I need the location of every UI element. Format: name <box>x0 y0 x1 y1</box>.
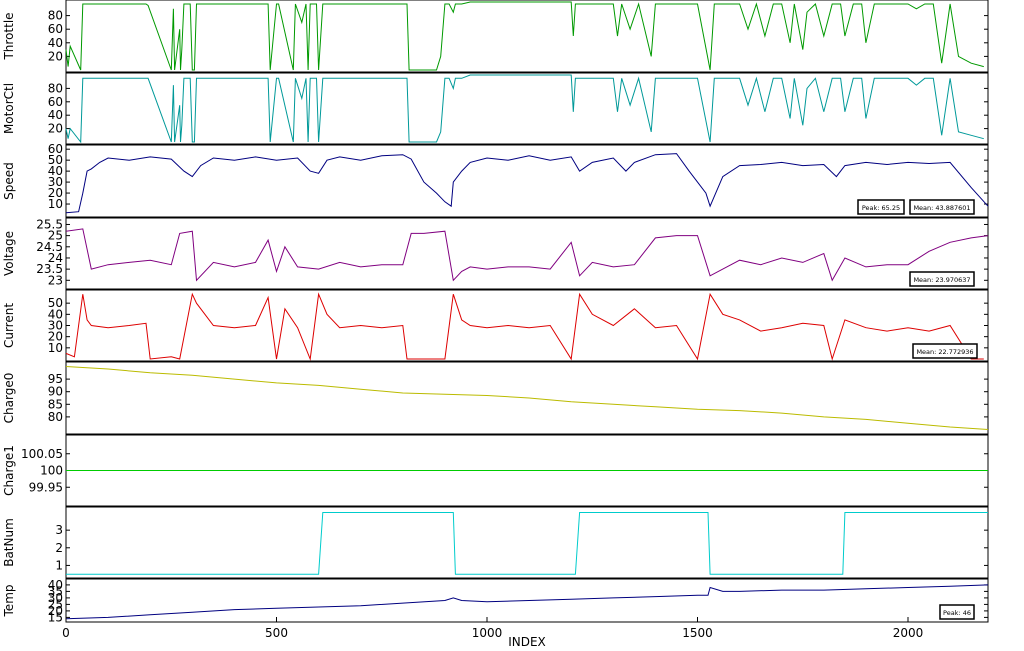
y-tick-label-motorctl: 80 <box>48 81 63 95</box>
panel-charge1: 99.95 100 100.05 Charge1 <box>2 434 989 507</box>
annotation-text: Mean: 43.887601 <box>913 204 970 212</box>
y-tick-label-charge1: 100 <box>40 464 63 478</box>
x-tick-label: 2000 <box>893 626 924 640</box>
panel-frame-motorctl <box>65 72 989 145</box>
panel-frame-current <box>65 289 989 362</box>
y-tick-label-charge0: 80 <box>48 410 63 424</box>
y-tick-label-batnum: 1 <box>55 558 63 572</box>
annotation-current: Mean: 22.772936 <box>912 343 978 359</box>
y-tick-label-throttle: 60 <box>48 22 63 36</box>
annotation-speed: Mean: 43.887601 <box>909 199 975 215</box>
x-axis-label: INDEX <box>508 635 546 649</box>
x-tick-label: 500 <box>265 626 288 640</box>
y-tick-label-throttle: 20 <box>48 49 63 63</box>
y-axis-label-charge0: Charge0 <box>2 373 16 424</box>
panel-motorctl: 20406080 MotorCtl <box>2 72 989 145</box>
annotation-text: Peak: 65.25 <box>862 204 900 212</box>
y-tick-label-charge0: 90 <box>48 385 63 399</box>
y-tick-label-motorctl: 40 <box>48 108 63 122</box>
panel-batnum: 1 2 3 BatNum <box>2 506 989 579</box>
x-tick-label: 1000 <box>472 626 503 640</box>
annotation-speed: Peak: 65.25 <box>857 199 905 215</box>
y-tick-label-throttle: 80 <box>48 9 63 23</box>
x-tick-label: 1500 <box>682 626 713 640</box>
annotation-text: Mean: 22.772936 <box>916 348 973 356</box>
panel-voltage: 2323.52424.52525.5Voltage <box>2 217 989 290</box>
y-axis-label-voltage: Voltage <box>2 231 16 276</box>
y-tick-label-motorctl: 20 <box>48 122 63 136</box>
y-axis-label-batnum: BatNum <box>2 518 16 567</box>
chart-panels: 20406080Throttle20406080MotorCtl10203040… <box>2 0 989 624</box>
y-axis-label-throttle: Throttle <box>2 12 16 60</box>
y-axis-label-motorctl: MotorCtl <box>2 83 16 134</box>
y-tick-label-batnum: 2 <box>55 541 63 555</box>
annotation-text: Mean: 23.970637 <box>913 276 970 284</box>
y-tick-label-temp: 40 <box>48 578 63 592</box>
annotation-temp: Peak: 46 <box>939 604 975 620</box>
panel-frame-batnum <box>65 506 989 579</box>
annotation-voltage: Mean: 23.970637 <box>909 271 975 287</box>
y-axis-label-current: Current <box>2 303 16 348</box>
panel-throttle: 20406080 Throttle <box>2 0 989 73</box>
y-tick-label-charge1: 100.05 <box>21 447 63 461</box>
y-axis-label-charge1: Charge1 <box>2 445 16 496</box>
y-tick-label-speed: 60 <box>48 142 63 156</box>
panel-current: 1020304050Current <box>2 289 989 362</box>
panel-charge0: 80859095 Charge0 <box>2 361 989 435</box>
panel-temp: 152025303540Temp <box>2 578 989 624</box>
y-tick-label-voltage: 25.5 <box>36 217 63 231</box>
y-axis-label-temp: Temp <box>2 585 16 618</box>
annotation-text: Peak: 46 <box>943 609 971 617</box>
y-tick-label-charge0: 95 <box>48 372 63 386</box>
y-tick-label-batnum: 3 <box>55 523 63 537</box>
multi-panel-telemetry-chart: 20406080Throttle20406080MotorCtl10203040… <box>2 0 989 649</box>
panel-speed: 102030405060Speed <box>2 142 989 218</box>
panel-frame-throttle <box>65 0 989 73</box>
y-axis-label-speed: Speed <box>2 162 16 200</box>
panel-frame-voltage <box>65 217 989 290</box>
y-tick-label-current: 50 <box>48 296 63 310</box>
y-tick-label-charge0: 85 <box>48 397 63 411</box>
y-tick-label-motorctl: 60 <box>48 95 63 109</box>
y-tick-label-charge1: 99.95 <box>29 480 63 494</box>
x-tick-label: 0 <box>62 626 70 640</box>
y-tick-label-throttle: 40 <box>48 36 63 50</box>
